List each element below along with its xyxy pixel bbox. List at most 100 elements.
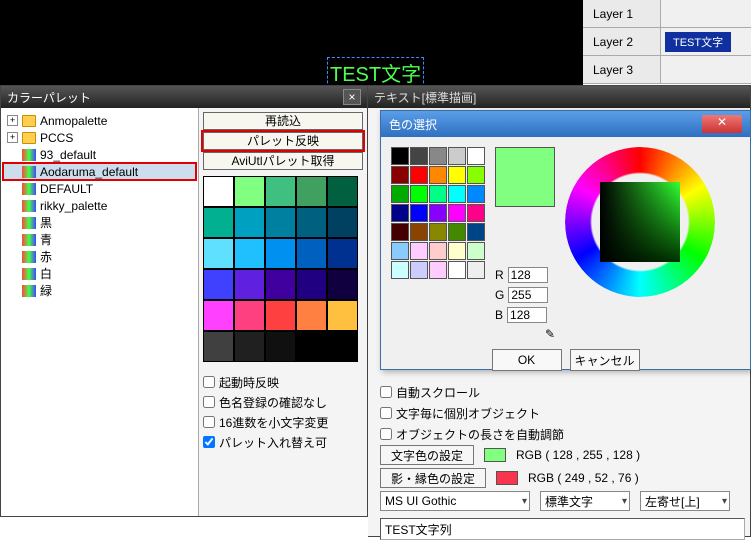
mini-swatch[interactable] [467,185,485,203]
window-titlebar[interactable]: カラーパレット × [1,86,367,108]
swatch[interactable] [327,238,358,269]
mini-swatch[interactable] [448,185,466,203]
mini-swatch[interactable] [448,166,466,184]
tree-item[interactable]: 緑 [3,282,196,299]
mini-swatch[interactable] [448,204,466,222]
char-color-button[interactable]: 文字色の設定 [380,445,474,465]
g-input[interactable] [508,287,548,303]
mini-swatch[interactable] [467,242,485,260]
mini-swatch[interactable] [467,166,485,184]
swatch[interactable] [296,238,327,269]
mini-swatch[interactable] [410,242,428,260]
shadow-color-sample[interactable] [496,471,518,485]
mini-swatch[interactable] [429,166,447,184]
mini-swatch[interactable] [410,261,428,279]
mini-swatch[interactable] [410,147,428,165]
swatch[interactable] [327,207,358,238]
r-input[interactable] [508,267,548,283]
tree-item[interactable]: 赤 [3,248,196,265]
aviutl-get-button[interactable]: AviUtlパレット取得 [203,152,363,170]
swatch[interactable] [327,176,358,207]
swatch[interactable] [203,238,234,269]
swatch[interactable] [265,331,296,362]
mini-swatch[interactable] [391,166,409,184]
cancel-button[interactable]: キャンセル [570,349,640,371]
swatch[interactable] [296,207,327,238]
expand-icon[interactable]: + [7,132,18,143]
swatch[interactable] [234,300,265,331]
swatch[interactable] [234,207,265,238]
check-auto-scroll[interactable]: 自動スクロール [380,384,745,400]
mini-swatch[interactable] [429,185,447,203]
mini-swatch[interactable] [448,261,466,279]
tree-item[interactable]: DEFAULT [3,180,196,197]
mini-swatch[interactable] [391,204,409,222]
hue-ring[interactable] [565,147,715,297]
reload-button[interactable]: 再読込 [203,112,363,130]
swatch[interactable] [234,238,265,269]
swatch[interactable] [265,238,296,269]
mini-swatch[interactable] [391,242,409,260]
mini-swatch[interactable] [429,242,447,260]
checkbox[interactable] [203,376,215,388]
mini-swatch[interactable] [467,223,485,241]
swatch[interactable] [265,300,296,331]
check-auto-len[interactable]: オブジェクトの長さを自動調節 [380,426,745,442]
swatch[interactable] [234,331,265,362]
ok-button[interactable]: OK [492,349,562,371]
swatch[interactable] [265,176,296,207]
mini-swatch[interactable] [467,147,485,165]
checkbox[interactable] [380,428,392,440]
swatch[interactable] [203,207,234,238]
canvas-text-object[interactable]: TEST文字 [327,57,424,88]
tree-item[interactable]: 93_default [3,146,196,163]
dialog-titlebar[interactable]: 色の選択 ✕ [381,111,750,137]
swatch[interactable] [296,331,327,362]
char-color-sample[interactable] [484,448,506,462]
tree-item[interactable]: 白 [3,265,196,282]
check-per-char[interactable]: 文字毎に個別オブジェクト [380,405,745,421]
checkbox[interactable] [203,396,215,408]
checkbox[interactable] [203,416,215,428]
check-color-confirm[interactable]: 色名登録の確認なし [203,394,363,410]
style-combo[interactable]: 標準文字 [540,491,630,511]
shadow-color-button[interactable]: 影・縁色の設定 [380,468,486,488]
tree-item[interactable]: +Anmopalette [3,112,196,129]
b-input[interactable] [507,307,547,323]
close-icon[interactable]: × [343,89,361,105]
swatch[interactable] [265,269,296,300]
checkbox[interactable] [203,436,215,448]
mini-swatch[interactable] [429,261,447,279]
eyedropper-icon[interactable]: ✎ [545,327,555,341]
swatch[interactable] [234,269,265,300]
swatch[interactable] [203,269,234,300]
mini-swatch[interactable] [410,223,428,241]
palette-tree[interactable]: +Anmopalette +PCCS 93_default Aodaruma_d… [1,108,199,516]
layer-row[interactable]: Layer 1 [583,0,751,28]
swatch[interactable] [296,176,327,207]
window-titlebar[interactable]: テキスト[標準描画] [368,86,750,108]
mini-swatch[interactable] [391,185,409,203]
expand-icon[interactable]: + [7,115,18,126]
checkbox[interactable] [380,407,392,419]
check-hex-lower[interactable]: 16進数を小文字変更 [203,414,363,430]
mini-swatch[interactable] [467,204,485,222]
mini-swatch[interactable] [410,185,428,203]
mini-swatch[interactable] [448,147,466,165]
mini-swatch[interactable] [448,223,466,241]
sv-square[interactable] [600,182,680,262]
mini-swatch[interactable] [467,261,485,279]
reflect-button[interactable]: パレット反映 [203,132,363,150]
checkbox[interactable] [380,386,392,398]
mini-swatch[interactable] [429,204,447,222]
mini-swatch[interactable] [391,223,409,241]
timeline-object[interactable]: TEST文字 [665,32,731,52]
swatch[interactable] [327,300,358,331]
swatch[interactable] [327,269,358,300]
mini-swatch[interactable] [429,223,447,241]
mini-swatch[interactable] [410,166,428,184]
mini-swatch[interactable] [448,242,466,260]
swatch[interactable] [296,300,327,331]
swatch[interactable] [265,207,296,238]
tree-item[interactable]: 青 [3,231,196,248]
